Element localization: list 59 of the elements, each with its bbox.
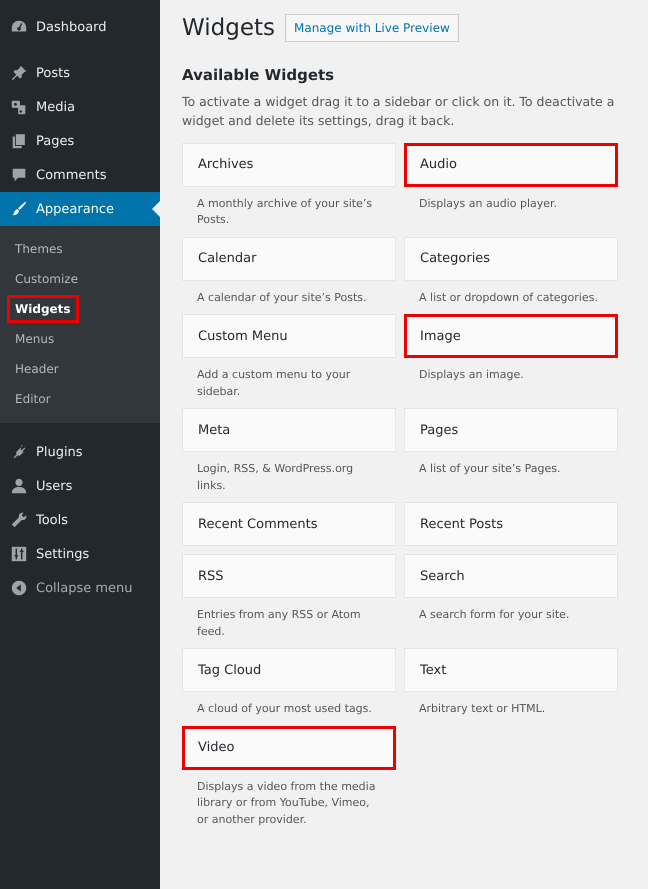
submenu-item[interactable]: Editor xyxy=(7,385,59,413)
widget-description: A list or dropdown of categories. xyxy=(418,290,599,306)
menu-item[interactable]: Comments xyxy=(0,158,160,192)
menu-item[interactable]: Posts xyxy=(0,56,160,90)
speech-bubble-icon xyxy=(10,166,28,184)
submenu-item[interactable]: Widgets xyxy=(7,295,79,323)
widget-description: Displays an image. xyxy=(418,367,525,384)
pages-icon xyxy=(10,132,28,150)
widget-item[interactable]: Audio xyxy=(404,142,618,187)
widget-description: Login, RSS, & WordPress.org links. xyxy=(196,461,354,494)
widget-item[interactable]: RSS xyxy=(182,554,396,598)
menu-item[interactable]: Plugins xyxy=(0,435,160,469)
section-heading: Available Widgets xyxy=(182,66,336,84)
paintbrush-icon xyxy=(10,200,28,218)
widget-description: Displays an audio player. xyxy=(418,196,558,212)
widget-description: A cloud of your most used tags. xyxy=(196,701,373,718)
instructions-text: To activate a widget drag it to a sidebar or click on it. To deactivate a widget and delete its settings, drag it back. xyxy=(182,93,616,130)
menu-item[interactable]: Pages xyxy=(0,124,160,158)
widget-item[interactable]: Calendar xyxy=(182,236,396,281)
widget-item[interactable]: Categories xyxy=(404,236,618,281)
menu-item[interactable]: Settings xyxy=(0,537,160,571)
submenu-item[interactable]: Header xyxy=(7,355,67,383)
widget-item[interactable]: Search xyxy=(404,554,618,598)
widget-item[interactable]: Pages xyxy=(404,408,618,452)
menu-item[interactable]: Dashboard xyxy=(0,10,160,44)
widget-item[interactable]: Tag Cloud xyxy=(182,648,396,692)
widget-item[interactable]: Meta xyxy=(182,408,396,452)
left-arrow-circle-icon xyxy=(10,579,28,597)
pushpin-icon xyxy=(10,64,28,82)
media-icon xyxy=(10,98,28,116)
widget-item[interactable]: Recent Comments xyxy=(182,502,396,546)
menu-item[interactable]: Users xyxy=(0,469,160,503)
live-preview-button[interactable]: Manage with Live Preview xyxy=(284,14,459,42)
sliders-icon xyxy=(10,545,28,563)
widget-description: Arbitrary text or HTML. xyxy=(418,701,546,718)
widget-item[interactable]: Custom Menu xyxy=(182,314,396,358)
widget-description: A calendar of your site’s Posts. xyxy=(196,290,368,306)
menu-item[interactable]: Media xyxy=(0,90,160,124)
widget-description: Displays a video from the media library or from YouTube, Vimeo, or another provider. xyxy=(196,778,376,828)
page-title: Widgets xyxy=(182,15,275,41)
widget-description: A monthly archive of your site’s Posts. xyxy=(196,196,374,228)
submenu-item[interactable]: Menus xyxy=(7,325,62,353)
current-indicator-icon xyxy=(152,201,160,217)
submenu-item[interactable]: Customize xyxy=(7,265,86,293)
menu-item[interactable]: Tools xyxy=(0,503,160,537)
widget-item[interactable]: Recent Posts xyxy=(404,502,618,546)
widget-description: Entries from any RSS or Atom feed. xyxy=(196,607,362,640)
widget-description: Add a custom menu to your sidebar. xyxy=(196,367,352,400)
submenu-item[interactable]: Themes xyxy=(7,235,71,263)
widget-item[interactable]: Image xyxy=(404,314,618,358)
widget-description: A list of your site’s Pages. xyxy=(418,461,562,478)
widget-item[interactable]: Text xyxy=(404,648,618,692)
wrench-icon xyxy=(10,511,28,529)
widget-description: A search form for your site. xyxy=(418,607,570,624)
menu-item[interactable]: Appearance xyxy=(0,192,160,226)
menu-item[interactable]: Collapse menu xyxy=(0,571,160,605)
widget-item[interactable]: Archives xyxy=(182,142,396,187)
widget-item[interactable]: Video xyxy=(182,726,396,770)
user-icon xyxy=(10,477,28,495)
